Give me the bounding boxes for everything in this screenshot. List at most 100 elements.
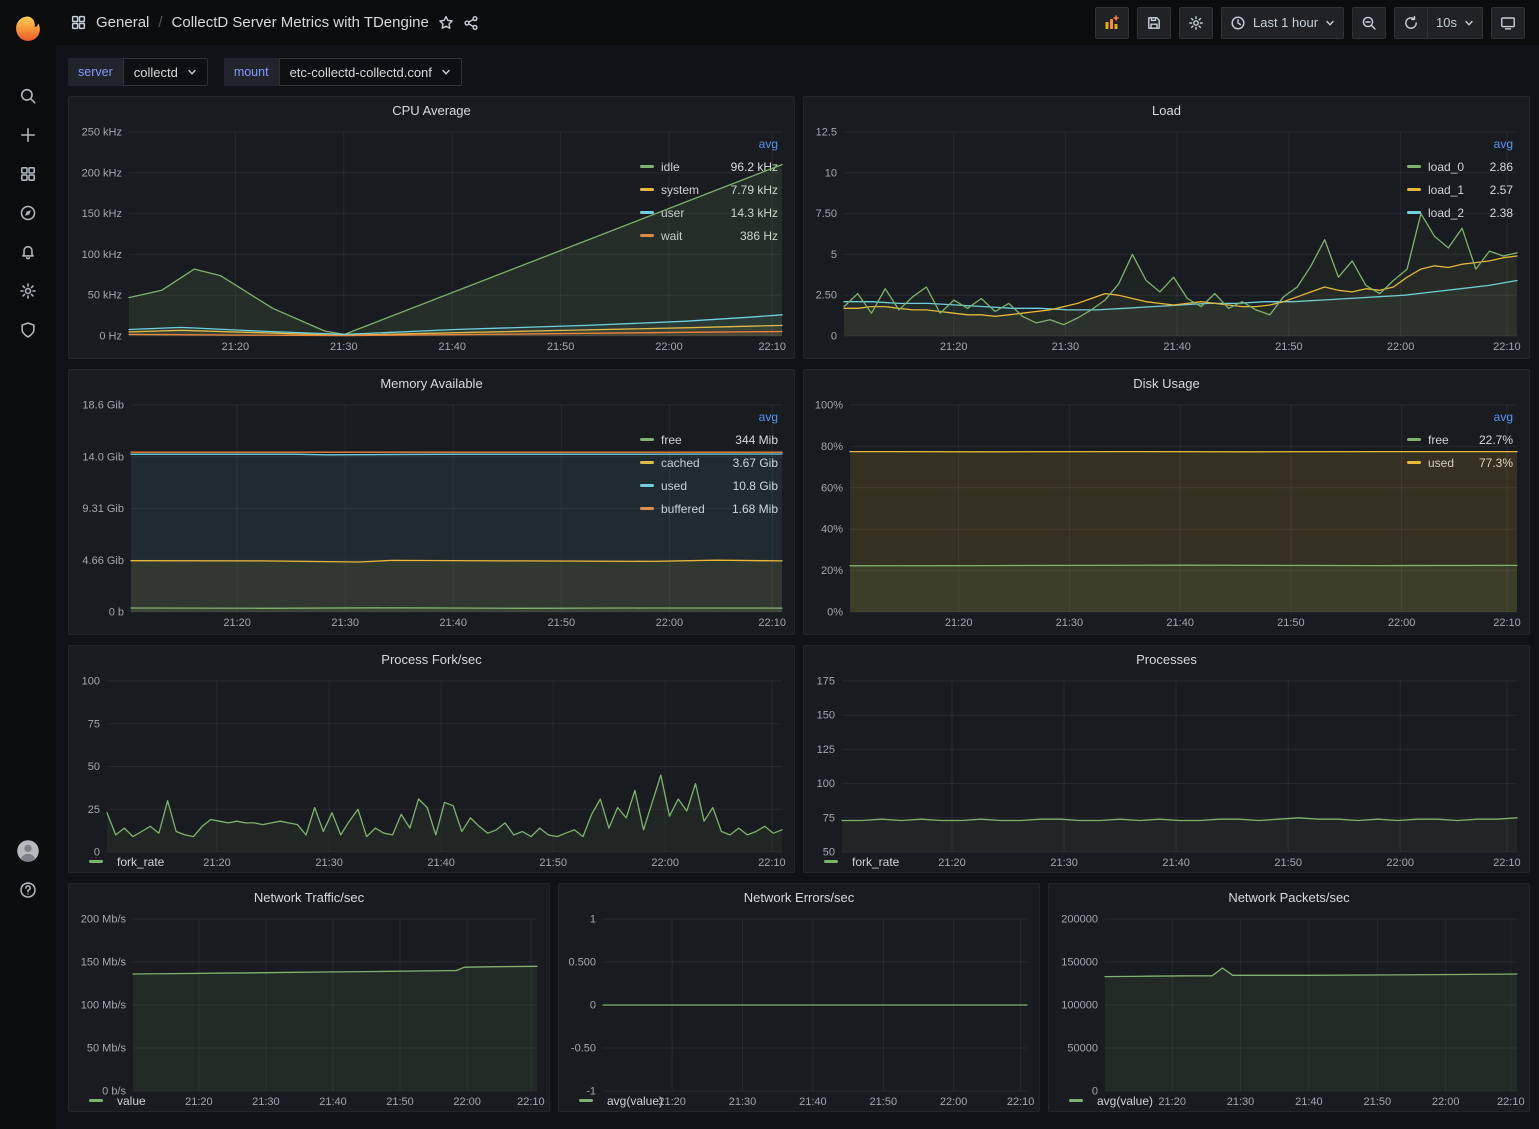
panel-disk-usage: Disk Usage 21:2021:3021:4021:5022:0022:1… <box>803 369 1530 635</box>
variable-mount-value[interactable]: etc-collectd-collectd.conf <box>279 58 462 86</box>
svg-text:21:50: 21:50 <box>547 341 575 353</box>
svg-text:21:30: 21:30 <box>729 1096 757 1108</box>
svg-text:22:10: 22:10 <box>758 857 786 869</box>
svg-text:50 kHz: 50 kHz <box>88 290 122 302</box>
svg-text:50000: 50000 <box>1067 1043 1098 1055</box>
help-icon[interactable] <box>0 870 56 909</box>
svg-text:22:10: 22:10 <box>1497 1096 1525 1108</box>
load-graph[interactable]: 21:2021:3021:4021:5022:0022:1002.5057.50… <box>810 123 1407 356</box>
dashboard-title[interactable]: CollectD Server Metrics with TDengine <box>172 14 429 31</box>
refresh-group: 10s <box>1394 7 1483 39</box>
panel-title[interactable]: Network Errors/sec <box>559 884 1039 910</box>
network-packets-graph[interactable]: 21:2021:3021:4021:5022:0022:100500001000… <box>1055 910 1525 1090</box>
configuration-gear-icon[interactable] <box>0 271 56 310</box>
svg-text:100: 100 <box>817 778 835 790</box>
disk-usage-graph[interactable]: 21:2021:3021:4021:5022:0022:100%20%40%60… <box>810 396 1407 632</box>
panel-processes: Processes 21:2021:3021:4021:5022:0022:10… <box>803 645 1530 873</box>
svg-text:21:30: 21:30 <box>315 857 343 869</box>
user-avatar[interactable] <box>0 831 56 870</box>
svg-text:150000: 150000 <box>1061 957 1098 969</box>
chart-canvas[interactable]: 21:2021:3021:4021:5022:0022:100 b4.66 Gi… <box>75 396 790 632</box>
kiosk-mode-button[interactable] <box>1491 7 1525 39</box>
svg-text:21:40: 21:40 <box>438 341 466 353</box>
svg-text:25: 25 <box>88 804 100 816</box>
chart-canvas[interactable]: 21:2021:3021:4021:5022:0022:105075100125… <box>810 672 1525 872</box>
svg-text:2.50: 2.50 <box>816 290 837 302</box>
cpu-average-graph[interactable]: 21:2021:3021:4021:5022:0022:100 Hz50 kHz… <box>75 123 640 356</box>
svg-text:21:30: 21:30 <box>1050 857 1078 869</box>
grafana-logo-icon[interactable] <box>11 12 45 46</box>
panel-title[interactable]: Load <box>804 97 1529 123</box>
server-admin-shield-icon[interactable] <box>0 310 56 349</box>
svg-text:22:00: 22:00 <box>453 1096 481 1108</box>
svg-text:0: 0 <box>831 331 837 343</box>
svg-text:21:30: 21:30 <box>1052 341 1080 353</box>
chart-canvas[interactable]: 21:2021:3021:4021:5022:0022:100 Hz50 kHz… <box>75 123 790 356</box>
svg-text:100%: 100% <box>815 400 843 412</box>
svg-text:21:20: 21:20 <box>223 617 251 629</box>
svg-text:1: 1 <box>590 914 596 926</box>
share-icon[interactable] <box>463 15 479 31</box>
chart-canvas[interactable]: 21:2021:3021:4021:5022:0022:100%20%40%60… <box>810 396 1525 632</box>
svg-text:21:30: 21:30 <box>252 1096 280 1108</box>
time-range-picker[interactable]: Last 1 hour <box>1221 7 1344 39</box>
panel-title[interactable]: Process Fork/sec <box>69 646 794 672</box>
svg-text:21:40: 21:40 <box>799 1096 827 1108</box>
svg-text:-1: -1 <box>586 1086 596 1098</box>
add-panel-button[interactable] <box>1095 7 1129 39</box>
zoom-out-button[interactable] <box>1352 7 1386 39</box>
dashboard-grid-icon[interactable] <box>70 14 87 31</box>
refresh-button[interactable] <box>1394 7 1427 39</box>
panel-title[interactable]: Disk Usage <box>804 370 1529 396</box>
create-plus-icon[interactable] <box>0 115 56 154</box>
svg-text:21:50: 21:50 <box>386 1096 414 1108</box>
refresh-interval-label: 10s <box>1436 15 1457 30</box>
chart-canvas[interactable]: 21:2021:3021:4021:5022:0022:100 b/s50 Mb… <box>75 910 545 1111</box>
svg-text:21:40: 21:40 <box>1163 341 1191 353</box>
grafana-app: General / CollectD Server Metrics with T… <box>0 0 1539 1129</box>
svg-text:250 kHz: 250 kHz <box>82 127 122 139</box>
network-errors-graph[interactable]: 21:2021:3021:4021:5022:0022:10-1-0.5000.… <box>565 910 1035 1090</box>
process-fork-graph[interactable]: 21:2021:3021:4021:5022:0022:100255075100 <box>75 672 790 851</box>
svg-text:0%: 0% <box>827 607 843 619</box>
svg-text:150 Mb/s: 150 Mb/s <box>81 957 127 969</box>
svg-text:21:30: 21:30 <box>330 341 358 353</box>
chevron-down-icon <box>1325 18 1335 28</box>
svg-text:200 Mb/s: 200 Mb/s <box>81 914 127 926</box>
panel-title[interactable]: Network Traffic/sec <box>69 884 549 910</box>
star-icon[interactable] <box>438 15 454 31</box>
panel-title[interactable]: Processes <box>804 646 1529 672</box>
save-dashboard-button[interactable] <box>1137 7 1171 39</box>
svg-text:22:10: 22:10 <box>758 617 786 629</box>
panel-title[interactable]: CPU Average <box>69 97 794 123</box>
chevron-down-icon <box>1464 18 1474 28</box>
chart-canvas[interactable]: 21:2021:3021:4021:5022:0022:10-1-0.5000.… <box>565 910 1035 1111</box>
variable-server-value[interactable]: collectd <box>123 58 208 86</box>
memory-available-graph[interactable]: 21:2021:3021:4021:5022:0022:100 b4.66 Gi… <box>75 396 640 632</box>
panel-process-fork: Process Fork/sec 21:2021:3021:4021:5022:… <box>68 645 795 873</box>
svg-text:75: 75 <box>88 718 100 730</box>
processes-graph[interactable]: 21:2021:3021:4021:5022:0022:105075100125… <box>810 672 1525 851</box>
network-traffic-graph[interactable]: 21:2021:3021:4021:5022:0022:100 b/s50 Mb… <box>75 910 545 1090</box>
svg-text:22:10: 22:10 <box>1493 617 1521 629</box>
search-icon[interactable] <box>0 76 56 115</box>
panel-title[interactable]: Memory Available <box>69 370 794 396</box>
svg-text:100: 100 <box>82 676 100 688</box>
svg-text:10: 10 <box>825 167 837 179</box>
alerting-bell-icon[interactable] <box>0 232 56 271</box>
dashboards-grid-icon[interactable] <box>0 154 56 193</box>
refresh-interval-select[interactable]: 10s <box>1427 7 1483 39</box>
svg-text:20%: 20% <box>821 565 843 577</box>
panel-title[interactable]: Network Packets/sec <box>1049 884 1529 910</box>
chart-canvas[interactable]: 21:2021:3021:4021:5022:0022:100255075100 <box>75 672 790 872</box>
explore-compass-icon[interactable] <box>0 193 56 232</box>
dashboard-settings-button[interactable] <box>1179 7 1213 39</box>
svg-text:0.500: 0.500 <box>568 957 596 969</box>
svg-text:22:10: 22:10 <box>758 341 786 353</box>
chart-canvas[interactable]: 21:2021:3021:4021:5022:0022:1002.5057.50… <box>810 123 1525 356</box>
sidebar-bottom <box>0 831 56 909</box>
chart-canvas[interactable]: 21:2021:3021:4021:5022:0022:100500001000… <box>1055 910 1525 1111</box>
dashboard-grid: CPU Average 21:2021:3021:4021:5022:0022:… <box>56 96 1539 1129</box>
breadcrumb-folder[interactable]: General <box>96 14 149 31</box>
svg-text:22:00: 22:00 <box>651 857 679 869</box>
